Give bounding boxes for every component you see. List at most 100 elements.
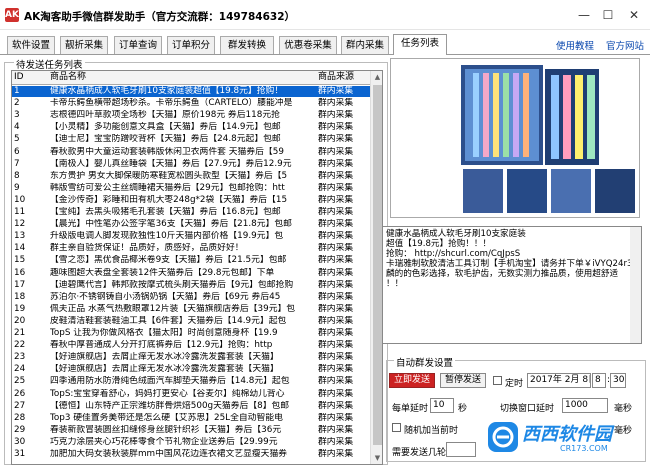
row-name: 春秋中厚普通成人分开打底裤券后【12.9元】抢购：http	[50, 340, 273, 351]
table-row[interactable]: 30 巧克力涂层夹心巧花棒零食个节礼物企业送券后【29.99元 群内采集	[12, 437, 370, 448]
row-id: 20	[14, 315, 26, 326]
row-source: 群内采集	[318, 291, 354, 302]
maximize-icon[interactable]: ☐	[598, 8, 618, 22]
row-source: 群内采集	[318, 219, 354, 230]
row-id: 31	[14, 449, 26, 459]
table-row[interactable]: 11 【宝纯】去黑头吸猪毛孔套装【天猫】券后【16.8元】包邮 群内采集	[12, 207, 370, 218]
table-row[interactable]: 27 【德恒】山东特产正宗潍坊胖骨烘焙500g天猫券后【8】包邮 群内采集	[12, 401, 370, 412]
switch-delay-input[interactable]: 1000	[562, 398, 608, 413]
table-row[interactable]: 16 趣味图超大表盘全套装12件天猫券后【29.8元包邮】下单 群内采集	[12, 268, 370, 279]
table-row[interactable]: 7 【南极人】婴儿真丝睡袋【天猫】券后【27.9元】券后12.9元 群内采集	[12, 159, 370, 170]
table-row[interactable]: 6 春秋款男中大童运动套装韩版休闲卫衣两件套 天猫券后【59 群内采集	[12, 147, 370, 158]
row-name: 佩夫正品 水蒸气热敷眼罩12片装【天猫旗舰店券后【39元】包	[50, 303, 296, 314]
table-row[interactable]: 4 【小灵精】多功能创意文具盒【天猫】券后【14.9元】包邮 群内采集	[12, 122, 370, 133]
send-now-button[interactable]: 立即发送	[389, 373, 435, 388]
switch-delay-unit: 毫秒	[614, 404, 633, 414]
table-row[interactable]: 28 Top3 硬佳置务美带还是怎么硬【艾苏思】25L全自动智能电 群内采集	[12, 413, 370, 424]
column-header-id[interactable]: ID	[14, 71, 24, 84]
row-name: 四季通用防水防滑纯色绒面汽车脚垫天猫券后【14.8元】起包	[50, 376, 290, 387]
table-row[interactable]: 9 韩版雪纺可爱公主丝绸睡裙天猫券后【29元】包邮抢购：htt 群内采集	[12, 183, 370, 194]
task-list[interactable]: ID 商品名称 商品来源 1 健康水晶柄成人软毛牙刷10支家庭装超值【19.8元】…	[11, 70, 383, 465]
tab-task-list[interactable]: 任务列表	[393, 34, 447, 55]
row-source: 群内采集	[318, 194, 354, 205]
close-icon[interactable]: ✕	[624, 8, 644, 22]
table-row[interactable]: 10 【金沙传奇】彩睡和田有机大枣248g*2袋【天猫】券后【15 群内采集	[12, 195, 370, 206]
minimize-icon[interactable]: —	[574, 8, 594, 22]
row-id: 18	[14, 291, 26, 302]
row-source: 群内采集	[318, 86, 354, 96]
preview-scrollbar[interactable]	[630, 227, 641, 343]
table-row[interactable]: 19 佩夫正品 水蒸气热敷眼罩12片装【天猫旗舰店券后【39元】包 群内采集	[12, 304, 370, 315]
tab-group-convert[interactable]: 群发转换	[220, 36, 274, 54]
tutorial-link[interactable]: 使用教程	[556, 38, 594, 52]
row-id: 5	[14, 134, 20, 145]
window-title: AK淘客助手微信群发助手（官方交流群：149784632）	[24, 11, 296, 23]
table-row[interactable]: 26 TopS:宝宝穿着舒心，妈妈打更安心【谷麦尔】纯棉幼儿背心 群内采集	[12, 389, 370, 400]
tab-order-query[interactable]: 订单查询	[114, 36, 162, 54]
list-header: ID 商品名称 商品来源	[12, 71, 370, 85]
row-source: 群内采集	[318, 449, 354, 459]
minute-input[interactable]: 30	[610, 373, 626, 388]
pause-send-button[interactable]: 暂停发送	[440, 373, 486, 388]
table-row[interactable]: 12 【晨光】中性笔办公签字笔36支【天猫】券后【21.8元】包邮 群内采集	[12, 219, 370, 230]
row-id: 17	[14, 279, 26, 290]
row-source: 群内采集	[318, 158, 354, 169]
table-row[interactable]: 24 【好迪旗舰店】去屑止痒无发水冰冷露洗发露套装【天猫】 群内采集	[12, 364, 370, 375]
row-name: 卡帝乐鳄鱼横带超场秒杀。卡帝乐鳄鱼（CARTELO）腰能冲是	[50, 98, 293, 109]
row-name: 【好迪旗舰店】去屑止痒无发水冰冷露洗发露套装【天猫】	[50, 352, 279, 363]
table-row[interactable]: 8 东方贵护 男女大脚保暖防寒鞋宽松圆头款型【天猫】券后【5 群内采集	[12, 171, 370, 182]
row-name: 【宝纯】去黑头吸猪毛孔套装【天猫】券后【16.8元】包邮	[50, 207, 281, 217]
table-row[interactable]: 22 春秋中厚普通成人分开打底裤券后【12.9元】抢购：http 群内采集	[12, 340, 370, 351]
hour-input[interactable]: 8	[592, 373, 606, 388]
scroll-thumb[interactable]	[373, 85, 382, 445]
table-row[interactable]: 20 皮鞋清洁鞋套装鞋油工具【6件套】天猫券后【14.9元】起包 群内采集	[12, 316, 370, 327]
rounds-input[interactable]	[446, 442, 476, 457]
table-row[interactable]: 3 志根德四叶草款项全场秒【天猫】原价198元 券后118元抢 群内采集	[12, 110, 370, 121]
tab-group-collect[interactable]: 群内采集	[341, 36, 389, 54]
row-name: 【好迪旗舰店】去屑止痒无发水冰冷露洗发露套装【天猫】	[50, 364, 279, 375]
random-time-checkbox[interactable]	[392, 423, 401, 432]
table-row[interactable]: 15 【雪之恋】黑优食品椰米卷9支【天猫】券后【21.5元】包邮 群内采集	[12, 255, 370, 266]
row-id: 6	[14, 146, 20, 157]
row-source: 群内采集	[318, 315, 354, 326]
row-source: 群内采集	[318, 267, 354, 278]
official-site-link[interactable]: 官方网站	[606, 38, 644, 52]
row-id: 7	[14, 158, 20, 169]
table-row[interactable]: 23 【好迪旗舰店】去屑止痒无发水冰冷露洗发露套装【天猫】 群内采集	[12, 352, 370, 363]
tab-discount-collect[interactable]: 靓折采集	[60, 36, 108, 54]
timed-checkbox[interactable]	[493, 376, 502, 385]
table-row[interactable]: 5 【迪士尼】宝宝防蹭咬背杯【天猫】券后【24.8元起】包邮 群内采集	[12, 134, 370, 145]
table-row[interactable]: 13 升级版电调人脚发现款独性10斤天猫内部价格【19.9元】包 群内采集	[12, 231, 370, 242]
column-header-source[interactable]: 商品来源	[318, 71, 354, 84]
row-source: 群内采集	[318, 98, 354, 109]
product-image	[390, 58, 640, 218]
table-row[interactable]: 21 TopS 让我为你做风格衣【猫太阳】时尚创意随身杯【19.9 群内采集	[12, 328, 370, 339]
row-source: 群内采集	[318, 376, 354, 387]
table-row[interactable]: 29 春装新款冒装圆丝扣缝修身丝腿针织衫【天猫】券后【36元 群内采集	[12, 425, 370, 436]
preview-textarea[interactable]: 健康水晶柄成人软毛牙刷10支家庭装 超值【19.8元】抢购！！！ 抢购： htt…	[382, 226, 642, 344]
delay-label: 每单延时	[392, 404, 429, 414]
tab-order-points[interactable]: 订单积分	[167, 36, 215, 54]
row-source: 群内采集	[318, 364, 354, 375]
row-source: 群内采集	[318, 110, 354, 121]
scroll-up-icon[interactable]: ▲	[371, 71, 382, 83]
column-header-name[interactable]: 商品名称	[50, 71, 86, 84]
table-row[interactable]: 25 四季通用防水防滑纯色绒面汽车脚垫天猫券后【14.8元】起包 群内采集	[12, 376, 370, 387]
tab-software-settings[interactable]: 软件设置	[7, 36, 55, 54]
preview-line: 麟的的色彩选择，软毛护齿，无数实测力推品质，使用超舒适	[386, 269, 619, 279]
watermark-logo: 西西软件园 CR173.COM	[486, 418, 646, 458]
table-row[interactable]: 2 卡帝乐鳄鱼横带超场秒杀。卡帝乐鳄鱼（CARTELO）腰能冲是 群内采集	[12, 98, 370, 109]
delay-input[interactable]: 10	[430, 398, 454, 413]
scroll-down-icon[interactable]: ▼	[371, 452, 382, 464]
row-source: 群内采集	[318, 170, 354, 181]
table-row[interactable]: 31 加肥加大码女装秋装胖mm中国风花边连衣裙文艺显瘦天猫券 群内采集	[12, 449, 370, 460]
row-name: 志根德四叶草款项全场秒【天猫】原价198元 券后118元抢	[50, 110, 280, 121]
date-picker[interactable]: 2017年 2月 8日	[527, 373, 591, 388]
rounds-label: 需要发送几轮	[392, 448, 447, 458]
tab-coupon-collect[interactable]: 优惠卷采集	[279, 36, 337, 54]
table-row[interactable]: 14 群主亲自验货保证！品质好，质感好，品质好好！ 群内采集	[12, 243, 370, 254]
table-row[interactable]: 1 健康水晶柄成人软毛牙刷10支家庭装超值【19.8元】抢购！ 群内采集	[12, 86, 370, 97]
row-name: 【南极人】婴儿真丝睡袋【天猫】券后【27.9元】券后12.9元	[50, 158, 292, 169]
table-row[interactable]: 18 苏泊尔·不锈钢铸自小汤锅奶锅【天猫】券后【69元 券后45 群内采集	[12, 292, 370, 303]
table-row[interactable]: 17 【迪碧鹰代言】韩邦款按摩式梳头刷天猫券后【9元】包邮抢购 群内采集	[12, 280, 370, 291]
